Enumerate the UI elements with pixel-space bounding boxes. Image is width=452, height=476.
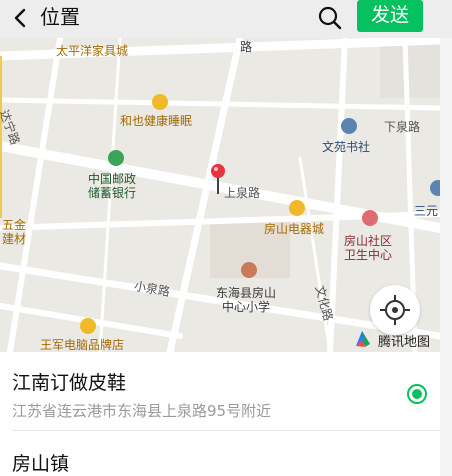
bank-poi-icon [108, 150, 124, 166]
search-button[interactable] [316, 4, 344, 32]
map-label: 储蓄银行 [88, 186, 137, 200]
map-label: 文苑书社 [322, 140, 371, 154]
hospital-poi-icon [362, 210, 378, 226]
map-label: 东海县房山 [216, 286, 277, 300]
map-label: 王军电脑品牌店 [40, 338, 125, 352]
map-label: 建材 [2, 232, 27, 246]
shop-poi-icon [80, 318, 96, 334]
map-attribution-text: 腾讯地图 [378, 335, 431, 350]
send-button[interactable]: 发送 [357, 0, 423, 32]
page-title: 位置 [40, 5, 80, 29]
map-label: 三元 [414, 204, 439, 218]
crosshair-icon [380, 295, 410, 325]
school-poi-icon [241, 262, 257, 278]
shop-poi-icon [152, 94, 168, 110]
location-name: 江南订做皮鞋 [12, 372, 127, 394]
map-label: 房山电器城 [264, 222, 325, 236]
back-button[interactable] [8, 4, 34, 32]
shop-poi-icon [289, 200, 305, 216]
tencent-map-logo-icon [356, 331, 370, 347]
chevron-left-icon [14, 8, 26, 28]
scrollbar-track [440, 38, 452, 476]
map-label: 五金 [2, 218, 27, 232]
map-label: 中心小学 [222, 300, 271, 314]
poi-icon [430, 180, 440, 196]
map-view[interactable]: 太平洋家具城 路 和也健康睡眠 达宁路 中国邮政 储蓄银行 文苑书社 下泉路 上… [0, 38, 440, 352]
location-results-list: 江南订做皮鞋 江苏省连云港市东海县上泉路95号附近 房山镇 [0, 352, 440, 476]
search-icon [318, 6, 342, 30]
map-label: 中国邮政 [88, 172, 137, 186]
selected-check-icon [407, 384, 427, 404]
map-label: 太平洋家具城 [56, 44, 129, 58]
list-item[interactable]: 江南订做皮鞋 江苏省连云港市东海县上泉路95号附近 [0, 352, 440, 430]
map-label: 房山社区 [344, 234, 393, 248]
location-address: 江苏省连云港市东海县上泉路95号附近 [12, 402, 272, 420]
map-label: 和也健康睡眠 [120, 114, 193, 128]
top-bar: 位置 发送 [0, 0, 452, 38]
map-label: 卫生中心 [344, 248, 393, 262]
road-label: 上泉路 [224, 186, 261, 200]
map-attribution: 腾讯地图 [352, 328, 430, 350]
bookstore-poi-icon [341, 118, 357, 134]
list-item[interactable]: 房山镇 [0, 431, 440, 476]
map-label: 路 [240, 40, 253, 54]
locate-me-button[interactable] [370, 285, 420, 335]
location-name: 房山镇 [12, 453, 70, 475]
road-label: 下泉路 [384, 120, 421, 134]
